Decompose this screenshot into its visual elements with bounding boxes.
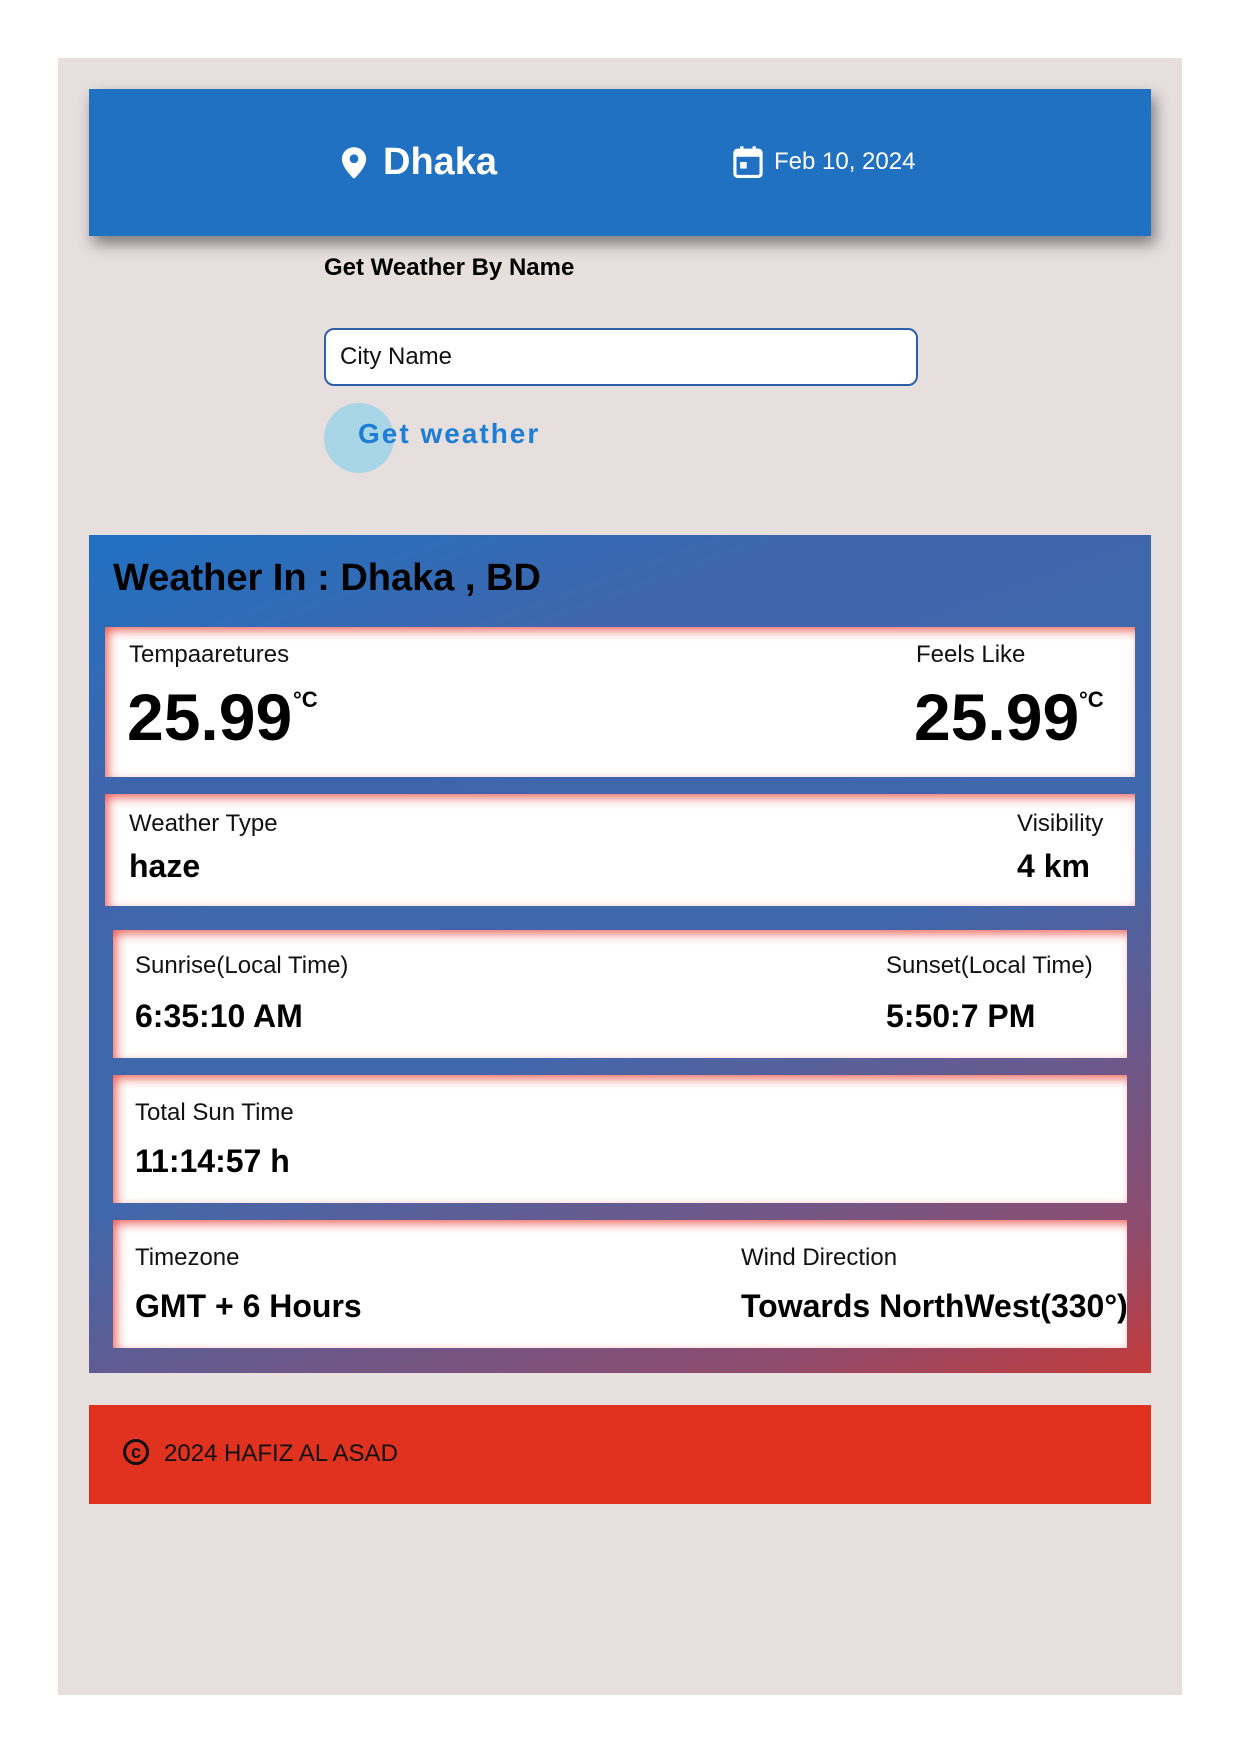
timezone-value: GMT + 6 Hours [135,1288,362,1324]
page-background: Dhaka Feb 10, 2024 Get Weather By Name G… [58,58,1182,1695]
wind-direction-label: Wind Direction [741,1244,898,1271]
sunrise-label: Sunrise(Local Time) [135,952,349,979]
calendar-icon [733,146,763,178]
temperature-label: Tempaaretures [129,641,290,668]
weather-panel: Weather In : Dhaka , BD Tempaaretures 25… [89,535,1151,1373]
total-sun-card: Total Sun Time 11:14:57 h [113,1075,1127,1203]
map-pin-icon [341,146,367,179]
sun-card: Sunrise(Local Time) 6:35:10 AM Sunset(Lo… [113,930,1127,1058]
total-sun-value: 11:14:57 h [135,1143,290,1179]
footer: c 2024 HAFIZ AL ASAD [89,1405,1151,1504]
weather-title: Weather In : Dhaka , BD [113,557,541,599]
sunset-value: 5:50:7 PM [886,998,1036,1034]
weather-type-label: Weather Type [129,810,278,837]
wind-direction-value: Towards NorthWest(330°) [741,1288,1128,1324]
timezone-label: Timezone [135,1244,240,1271]
visibility-label: Visibility [1017,810,1104,837]
current-date: Feb 10, 2024 [732,145,915,179]
date-text: Feb 10, 2024 [774,148,916,175]
temperature-value: 25.99 [127,680,293,754]
search-title: Get Weather By Name [324,254,575,281]
temperature-unit: °C [293,687,318,712]
copyright-icon: c [123,1439,149,1465]
city-name: Dhaka [383,141,498,183]
header-bar: Dhaka Feb 10, 2024 [89,89,1151,236]
feels-like-unit: °C [1079,687,1104,712]
get-weather-button[interactable]: Get weather [358,418,540,450]
timezone-card: Timezone GMT + 6 Hours Wind Direction To… [113,1220,1128,1348]
weather-type-card: Weather Type haze Visibility 4 km [105,794,1135,906]
temperature-card: Tempaaretures 25.99 °C Feels Like 25.99 … [105,627,1135,777]
feels-like-label: Feels Like [916,641,1026,668]
total-sun-label: Total Sun Time [135,1099,294,1126]
feels-like-value: 25.99 [914,680,1080,754]
location: Dhaka [339,141,497,184]
city-name-input[interactable] [324,328,918,386]
visibility-value: 4 km [1017,848,1090,884]
weather-type-value: haze [129,848,201,884]
footer-text: 2024 HAFIZ AL ASAD [164,1440,398,1467]
sunset-label: Sunset(Local Time) [886,952,1093,979]
sunrise-value: 6:35:10 AM [135,998,303,1034]
